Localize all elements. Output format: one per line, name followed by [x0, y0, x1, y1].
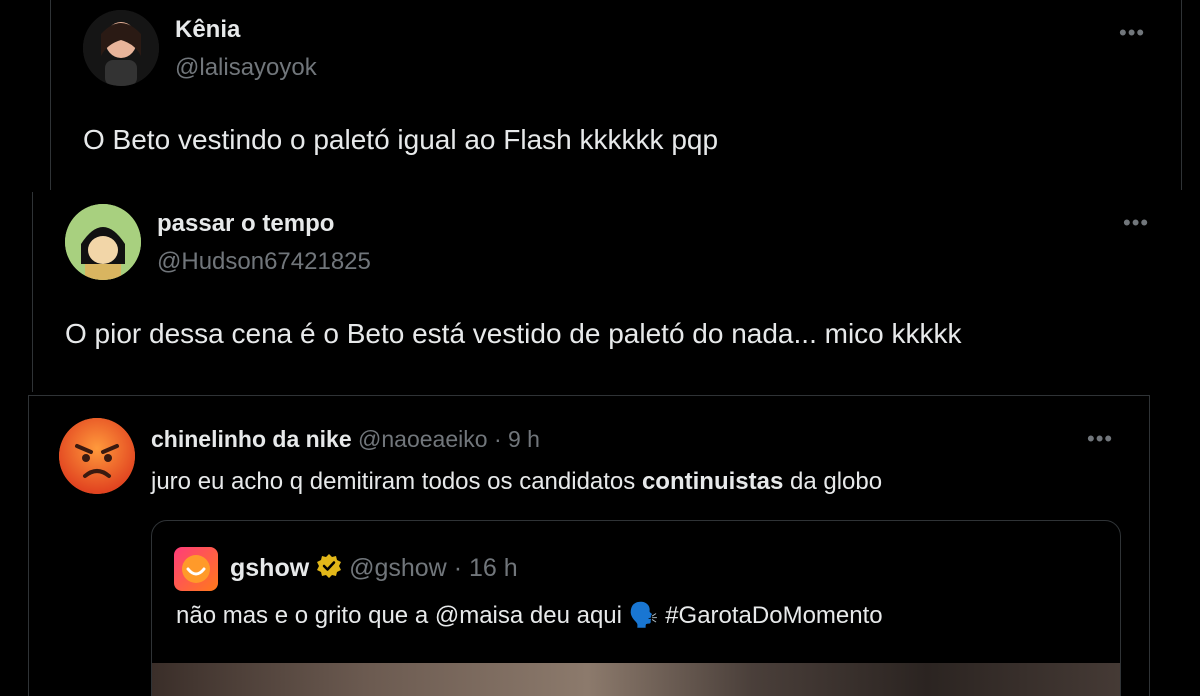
- display-name[interactable]: gshow: [230, 554, 309, 582]
- separator-dot: ·: [493, 426, 502, 452]
- quoted-tweet-header: gshow @gshow · 16 h: [230, 553, 518, 586]
- angry-face-icon: [59, 418, 135, 494]
- gshow-logo-mark: [182, 555, 210, 583]
- user-handle[interactable]: @naoeaeiko: [358, 426, 488, 452]
- more-options-icon[interactable]: •••: [1119, 22, 1145, 44]
- avatar[interactable]: [65, 204, 141, 280]
- user-handle[interactable]: @lalisayoyok: [175, 54, 317, 82]
- display-name[interactable]: passar o tempo: [157, 210, 334, 238]
- more-options-icon[interactable]: •••: [1087, 428, 1113, 450]
- user-handle[interactable]: @gshow: [349, 554, 447, 582]
- user-handle[interactable]: @Hudson67421825: [157, 248, 371, 276]
- verified-badge-icon: [316, 553, 342, 586]
- quoted-tweet[interactable]: gshow @gshow · 16 h não mas e o grito qu…: [151, 520, 1121, 696]
- tweet-text: O Beto vestindo o paletó igual ao Flash …: [83, 124, 719, 155]
- tweet-card-passar-o-tempo[interactable]: passar o tempo @Hudson67421825 ••• O pio…: [32, 192, 1184, 392]
- tweet-text: juro eu acho q demitiram todos os candid…: [151, 468, 882, 496]
- avatar-angry-emoji-icon[interactable]: [59, 418, 135, 494]
- quoted-tweet-media[interactable]: [152, 663, 1120, 696]
- tweet-header: chinelinho da nike @naoeaeiko · 9 h: [151, 426, 540, 453]
- tweet-text-part: da globo: [783, 468, 883, 495]
- tweet-text-bold: continuistas: [641, 468, 784, 495]
- tweet-card-chinelinho[interactable]: chinelinho da nike @naoeaeiko · 9 h ••• …: [28, 395, 1150, 696]
- display-name[interactable]: Kênia: [175, 16, 240, 44]
- page-edge: [1182, 0, 1200, 675]
- tweet-time[interactable]: 16 h: [469, 554, 518, 582]
- tweet-time[interactable]: 9 h: [508, 426, 540, 452]
- quoted-tweet-text: não mas e o grito que a @maisa deu aqui …: [176, 602, 883, 629]
- display-name[interactable]: chinelinho da nike: [151, 426, 352, 452]
- tweet-text: O pior dessa cena é o Beto está vestido …: [65, 318, 962, 349]
- avatar-image: [83, 10, 159, 86]
- avatar-image: [65, 204, 141, 280]
- more-options-icon[interactable]: •••: [1123, 212, 1149, 234]
- gshow-logo-icon[interactable]: [174, 547, 218, 591]
- tweet-card-kenia[interactable]: Kênia @lalisayoyok ••• O Beto vestindo o…: [50, 0, 1182, 190]
- separator-dot: ·: [453, 554, 463, 582]
- avatar[interactable]: [83, 10, 159, 86]
- tweet-text-part: juro eu acho q demitiram todos os candid…: [151, 468, 642, 495]
